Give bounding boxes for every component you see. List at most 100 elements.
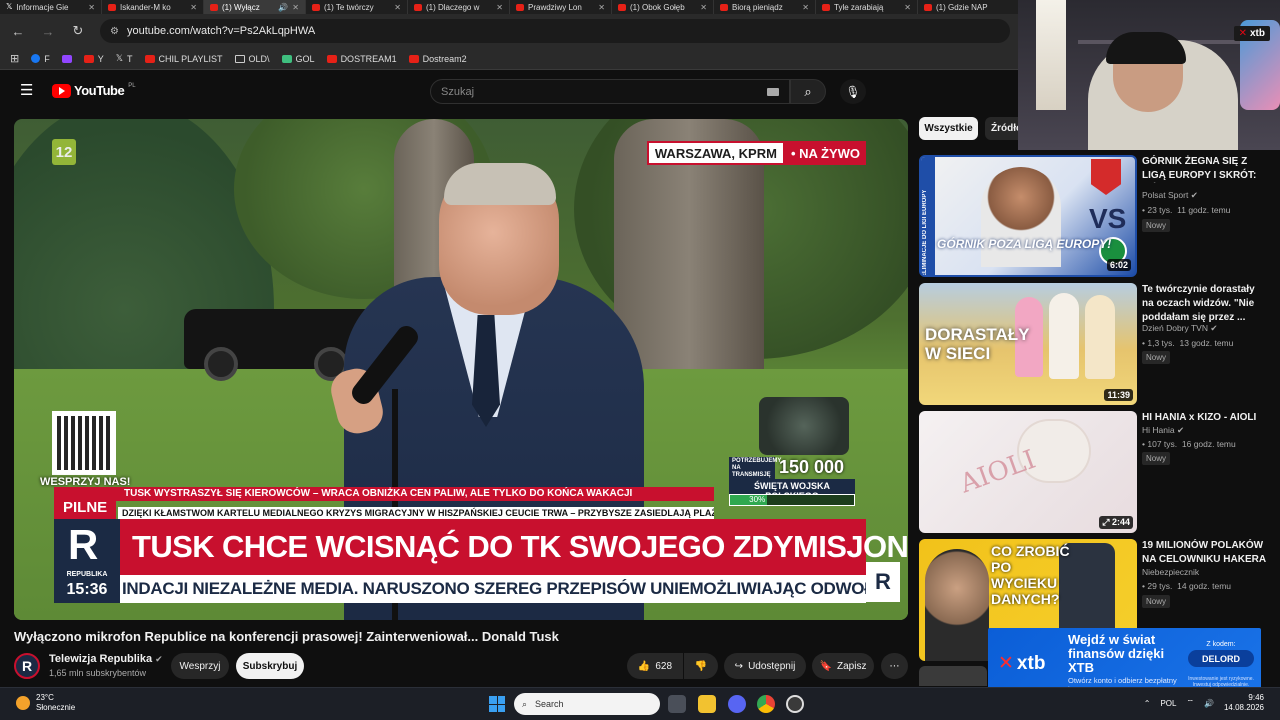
close-tab-icon[interactable]: ✕ <box>802 3 809 12</box>
tab-label: Iskander-M ko <box>120 2 171 12</box>
language-indicator[interactable]: POL <box>1160 699 1176 708</box>
video-duration: 6:02 <box>1106 259 1131 271</box>
filter-chip-all[interactable]: Wszystkie <box>919 117 978 140</box>
voice-search-button[interactable]: 🎙 <box>840 79 866 104</box>
close-tab-icon[interactable]: ✕ <box>292 3 299 12</box>
reload-icon[interactable]: ↻ <box>70 23 86 39</box>
save-button[interactable]: 🔖 Zapisz <box>812 653 874 679</box>
bookmark[interactable] <box>61 54 72 63</box>
bookmark[interactable]: GOL <box>281 54 315 64</box>
more-actions-button[interactable]: ⋯ <box>881 653 908 679</box>
bookmark[interactable]: Y <box>83 54 104 64</box>
browser-tab[interactable]: (1) Gdzie NAP <box>918 0 1020 14</box>
recommended-video[interactable]: AIOLI ⤢ 2:44 HI HANIA x KIZO - AIOLI Hi … <box>919 411 1269 533</box>
qr-code <box>52 411 116 475</box>
browser-tab[interactable]: Prawdziwy Lon ✕ <box>510 0 612 14</box>
recommended-title[interactable]: Te twórczynie dorastały na oczach widzów… <box>1142 283 1267 325</box>
youtube-icon <box>144 54 155 63</box>
close-tab-icon[interactable]: ✕ <box>496 3 503 12</box>
task-view-icon[interactable] <box>668 695 686 713</box>
browser-tab[interactable]: Tyle zarabiają ✕ <box>816 0 918 14</box>
recommended-channel[interactable]: Dzień Dobry TVN ✔ <box>1142 323 1217 334</box>
chrome-icon[interactable] <box>757 695 775 713</box>
youtube-logo[interactable]: YouTube PL <box>52 83 136 98</box>
recommended-title[interactable]: HI HANIA x KIZO - AIOLI <box>1142 411 1267 425</box>
duration-text: 2:44 <box>1111 517 1130 527</box>
sun-icon <box>16 696 30 710</box>
speaker-icon[interactable]: 🔊 <box>278 3 288 12</box>
bookmark[interactable]: CHIL PLAYLIST <box>144 54 223 64</box>
video-thumbnail[interactable]: AIOLI ⤢ 2:44 <box>919 411 1137 533</box>
file-explorer-icon[interactable] <box>698 695 716 713</box>
channel-avatar[interactable]: R <box>14 653 40 679</box>
taskbar-search[interactable]: ⌕ Search <box>514 693 660 715</box>
bookmark[interactable]: 𝕏T <box>116 53 133 64</box>
browser-tab[interactable]: (1) Obok Gołęb ✕ <box>612 0 714 14</box>
browser-tab[interactable]: Biorą pieniądz ✕ <box>714 0 816 14</box>
browser-tab[interactable]: 𝕏 Informacje Gie ✕ <box>0 0 102 14</box>
video-thumbnail[interactable]: ELIMINACJE DO LIGI EUROPY VS GÓRNIK POZA… <box>919 155 1137 277</box>
bookmark[interactable]: DOSTREAM1 <box>326 54 397 64</box>
browser-tab[interactable]: (1) Dlaczego w ✕ <box>408 0 510 14</box>
windows-start-icon[interactable] <box>489 696 505 712</box>
video-duration: ⤢ 2:44 <box>1099 516 1133 529</box>
site-info-icon[interactable]: ⚙ <box>110 26 119 37</box>
close-tab-icon[interactable]: ✕ <box>904 3 911 12</box>
search-input[interactable]: Szukaj <box>430 79 790 104</box>
republika-small-logo: R <box>866 562 900 602</box>
apps-grid-icon[interactable]: ⊞ <box>10 52 19 65</box>
thumbs-down-icon: 👎 <box>694 660 708 672</box>
support-button[interactable]: Wesprzyj <box>171 653 229 679</box>
recommended-title[interactable]: 19 MILIONÓW POLAKÓW NA CELOWNIKU HAKERA <box>1142 539 1267 567</box>
news-crawl-top: TUSK WYSTRASZYŁ SIĘ KIEROWCÓW – WRACA OB… <box>54 487 714 501</box>
volume-icon[interactable]: 🔊 <box>1204 699 1214 708</box>
recommended-thumbnail-partial[interactable] <box>919 666 987 686</box>
keyboard-icon[interactable] <box>767 87 779 96</box>
browser-tab-active[interactable]: (1) Wyłącz 🔊 ✕ <box>204 0 306 14</box>
webcam-overlay: ✕ xtb <box>1018 0 1280 150</box>
close-tab-icon[interactable]: ✕ <box>394 3 401 12</box>
subscribe-button[interactable]: Subskrybuj <box>236 653 304 679</box>
back-arrow-icon[interactable]: ← <box>10 24 26 39</box>
video-player[interactable]: 12 WARSZAWA, KPRM • NA ŻYWO WESPRZYJ NAS… <box>14 119 908 620</box>
recommended-video[interactable]: DORASTAŁY W SIECI 11:39 Te twórczynie do… <box>919 283 1269 405</box>
close-tab-icon[interactable]: ✕ <box>700 3 707 12</box>
close-tab-icon[interactable]: ✕ <box>190 3 197 12</box>
close-tab-icon[interactable]: ✕ <box>88 3 95 12</box>
recommended-channel[interactable]: Hi Hania ✔ <box>1142 425 1184 436</box>
video-thumbnail[interactable]: DORASTAŁY W SIECI 11:39 <box>919 283 1137 405</box>
taskbar-clock[interactable]: 9:46 14.08.2026 <box>1224 693 1264 713</box>
close-tab-icon[interactable]: ✕ <box>598 3 605 12</box>
microphone-icon: 🎙 <box>845 84 861 99</box>
recommended-title[interactable]: GÓRNIK ŻEGNA SIĘ Z LIGĄ EUROPY I SKRÓT: … <box>1142 155 1267 183</box>
youtube-play-icon <box>52 83 71 98</box>
bookmark-folder[interactable]: OLD\ <box>234 54 270 64</box>
youtube-icon <box>516 3 524 11</box>
discord-icon[interactable] <box>728 695 746 713</box>
forward-arrow-icon[interactable]: → <box>40 24 56 39</box>
bookmark[interactable]: Dostream2 <box>408 54 467 64</box>
youtube-icon <box>822 3 830 11</box>
share-button[interactable]: ↪ Udostępnij <box>724 653 806 679</box>
browser-tab[interactable]: (1) Te twórczy ✕ <box>306 0 408 14</box>
channel-name[interactable]: Telewizja Republika ✔ <box>49 653 163 665</box>
search-button[interactable]: ⌕ <box>790 79 826 104</box>
recommended-meta: • 1,3 tys. 13 godz. temu <box>1142 338 1233 348</box>
tray-overflow-icon[interactable]: ⌃ <box>1144 699 1151 708</box>
new-badge: Nowy <box>1142 219 1171 232</box>
recommended-channel[interactable]: Polsat Sport ✔ <box>1142 190 1198 201</box>
obs-icon[interactable] <box>786 695 804 713</box>
youtube-icon <box>618 3 626 11</box>
browser-tab[interactable]: Iskander-M ko ✕ <box>102 0 204 14</box>
menu-icon[interactable]: ☰ <box>20 83 34 98</box>
url-field[interactable]: ⚙ youtube.com/watch?v=Ps2AkLqpHWA <box>100 19 1010 43</box>
dislike-button[interactable]: 👎 <box>684 653 718 679</box>
wifi-icon[interactable]: ⌔ <box>1186 698 1194 708</box>
like-button[interactable]: 👍 628 <box>627 653 683 679</box>
recommended-video[interactable]: ELIMINACJE DO LIGI EUROPY VS GÓRNIK POZA… <box>919 155 1269 277</box>
recommended-channel[interactable]: Niebezpiecznik <box>1142 567 1199 577</box>
weather-widget[interactable]: 23°C Słonecznie <box>16 693 75 713</box>
views-bullet-icon: • <box>1142 439 1145 449</box>
bookmark[interactable]: F <box>31 54 50 64</box>
republika-logo: R REPUBLIKA 15:36 <box>54 519 120 603</box>
